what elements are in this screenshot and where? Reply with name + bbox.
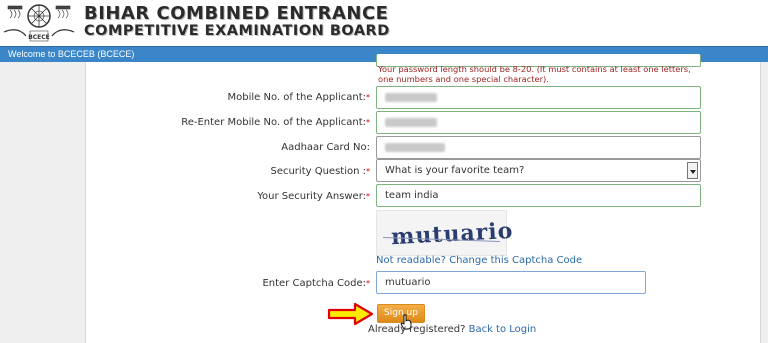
redacted-value <box>385 118 437 127</box>
remobile-label: Re-Enter Mobile No. of the Applicant:* <box>181 117 370 128</box>
pointer-arrow-icon <box>327 302 374 326</box>
captcha-image-text: mutuario <box>390 217 514 251</box>
required-mark: * <box>366 167 370 176</box>
already-registered-row: Already registered? Back to Login <box>368 324 536 335</box>
aadhaar-input[interactable] <box>376 136 701 159</box>
right-page-margin <box>760 62 768 343</box>
captcha-label: Enter Captcha Code:* <box>262 278 370 289</box>
back-to-login-link[interactable]: Back to Login <box>469 324 537 335</box>
security-answer-input[interactable]: team india <box>376 184 701 207</box>
security-answer-value: team india <box>385 190 439 201</box>
change-captcha-link[interactable]: Not readable? Change this Captcha Code <box>376 255 582 266</box>
mobile-input[interactable] <box>376 86 701 109</box>
site-header: BCECE BIHAR COMBINED ENTRANCE COMPETITIV… <box>0 0 768 46</box>
security-question-label: Security Question :* <box>270 166 370 177</box>
security-question-select[interactable]: What is your favorite team? <box>376 159 701 182</box>
aadhaar-label-text: Aadhaar Card No: <box>281 142 370 153</box>
captcha-input[interactable]: mutuario <box>376 271 646 294</box>
captcha-label-text: Enter Captcha Code: <box>262 278 366 289</box>
header-title-line2: COMPETITIVE EXAMINATION BOARD <box>84 23 390 39</box>
redacted-value <box>385 93 437 102</box>
security-question-label-text: Security Question : <box>270 166 366 177</box>
redacted-value <box>385 143 445 152</box>
bceceb-emblem-icon: BCECE <box>3 4 75 42</box>
captcha-input-value: mutuario <box>385 277 431 288</box>
remobile-input[interactable] <box>376 111 701 134</box>
svg-text:BCECE: BCECE <box>28 34 50 41</box>
left-page-margin <box>0 62 86 343</box>
required-mark: * <box>366 192 370 201</box>
already-registered-text: Already registered? <box>368 324 466 335</box>
required-mark: * <box>366 93 370 102</box>
mobile-label-text: Mobile No. of the Applicant: <box>227 92 366 103</box>
security-answer-label: Your Security Answer:* <box>257 191 370 202</box>
welcome-text: Welcome to BCECEB (BCECE) <box>8 49 135 59</box>
dropdown-arrow-icon[interactable] <box>687 162 698 179</box>
security-question-selected: What is your favorite team? <box>385 165 525 176</box>
password-note: Your password length should be 8-20. (It… <box>378 64 691 84</box>
aadhaar-label: Aadhaar Card No: <box>281 142 370 153</box>
security-answer-label-text: Your Security Answer: <box>257 191 366 202</box>
required-mark: * <box>366 118 370 127</box>
remobile-label-text: Re-Enter Mobile No. of the Applicant: <box>181 117 366 128</box>
mobile-label: Mobile No. of the Applicant:* <box>227 92 370 103</box>
header-title-line1: BIHAR COMBINED ENTRANCE <box>84 3 389 24</box>
captcha-image: mutuario <box>376 210 514 256</box>
required-mark: * <box>366 279 370 288</box>
